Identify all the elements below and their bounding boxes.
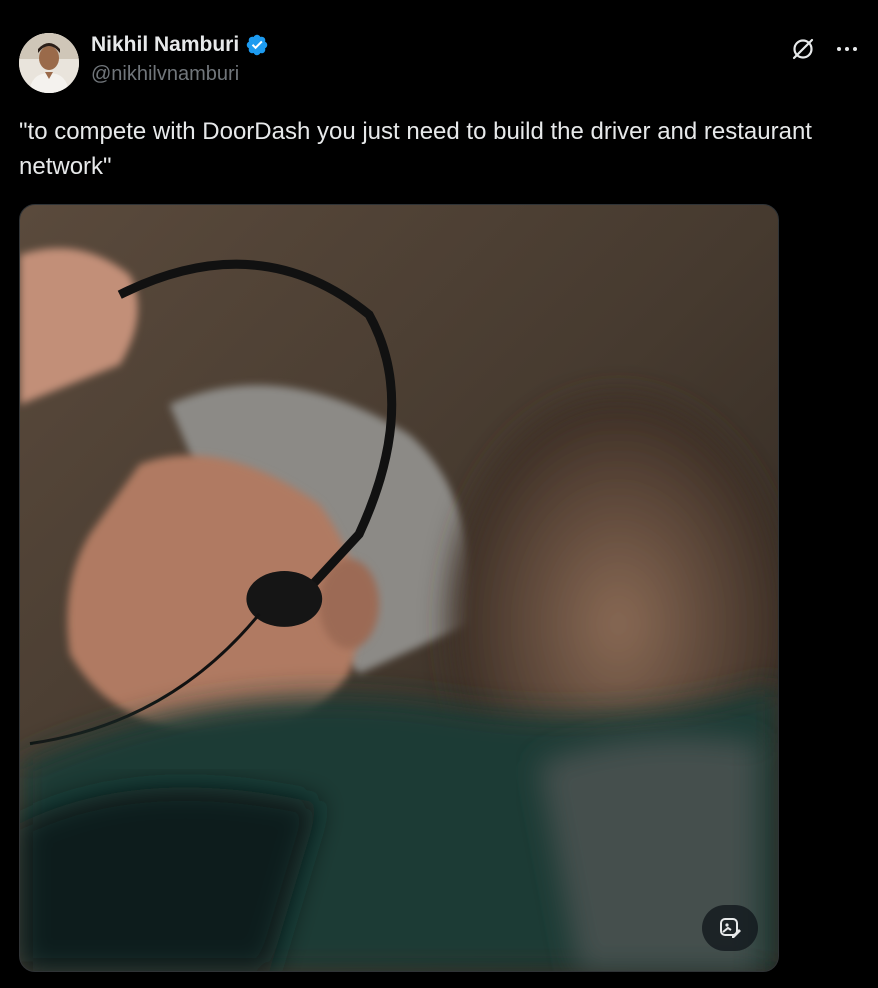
tweet-media[interactable] [19,204,779,972]
avatar-photo [19,33,79,93]
media-photo [20,205,778,971]
verified-badge-icon [245,33,269,57]
more-icon[interactable] [832,34,862,64]
image-edit-icon[interactable] [702,905,758,951]
author-name-row[interactable]: Nikhil Namburi [91,33,269,57]
tweet: Nikhil Namburi @nikhilvnamburi "to compe… [0,0,878,988]
grok-icon[interactable] [788,34,818,64]
author-handle[interactable]: @nikhilvnamburi [91,63,239,86]
author-display-name[interactable]: Nikhil Namburi [91,33,239,57]
avatar[interactable] [19,33,79,93]
tweet-text: "to compete with DoorDash you just need … [19,118,812,180]
header-actions [788,34,862,64]
